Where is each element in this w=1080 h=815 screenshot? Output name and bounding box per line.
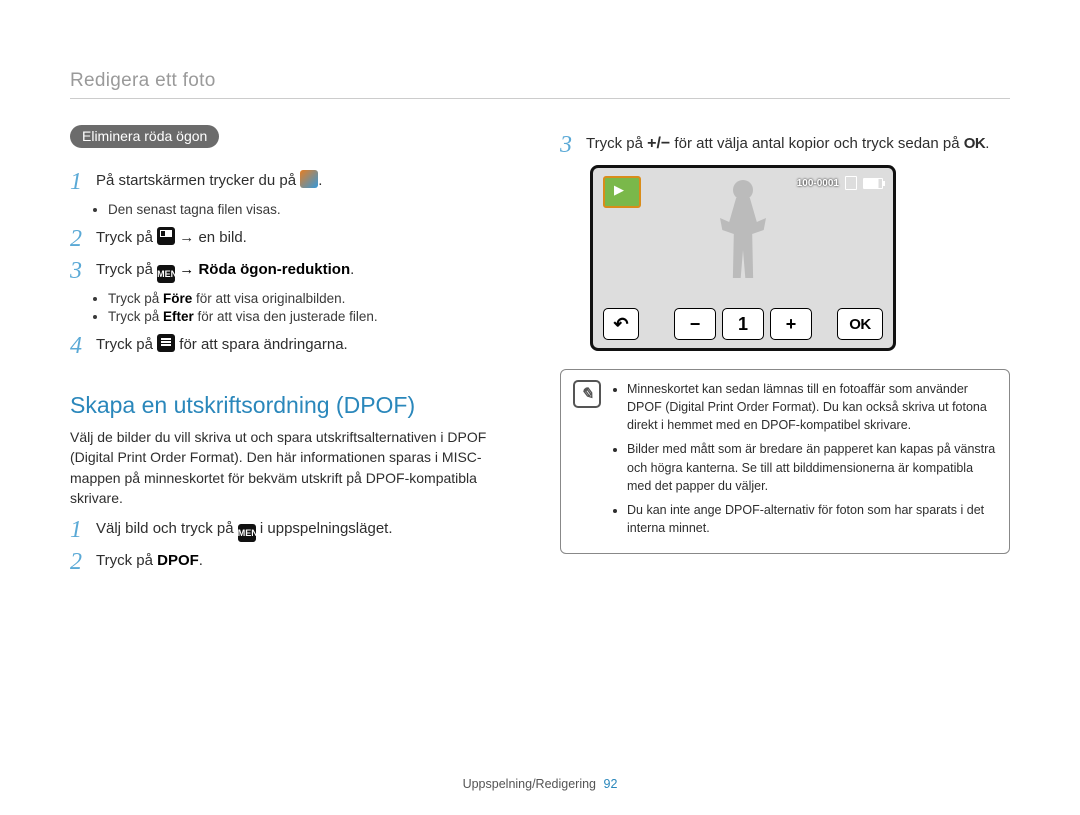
- note-item: Du kan inte ange DPOF-alternativ för fot…: [627, 501, 997, 537]
- note-item: Bilder med mått som är bredare än papper…: [627, 440, 997, 494]
- sub-bullet: Tryck på Efter för att visa den justerad…: [108, 309, 520, 324]
- step-text: På startskärmen trycker du på .: [96, 170, 322, 191]
- screen-back-button[interactable]: ↶: [603, 308, 639, 340]
- screen-thumbnail-icon: [603, 176, 641, 208]
- section-heading: Skapa en utskriftsordning (DPOF): [70, 392, 520, 419]
- camera-screen: 100-0001 ↶ − 1 + OK: [590, 165, 896, 351]
- battery-icon: [863, 178, 883, 189]
- section-paragraph: Välj de bilder du vill skriva ut och spa…: [70, 427, 520, 508]
- memory-card-icon: [845, 176, 857, 190]
- plus-minus-glyph: +/−: [647, 135, 670, 152]
- step-number: 3: [560, 133, 586, 157]
- file-counter: 100-0001: [797, 178, 839, 189]
- thumbnail-icon: [157, 227, 175, 245]
- step-number: 1: [70, 518, 96, 542]
- step-text: Tryck på → en bild.: [96, 227, 247, 248]
- page-footer: Uppspelning/Redigering 92: [0, 777, 1080, 791]
- step-text: Tryck på för att spara ändringarna.: [96, 334, 348, 355]
- person-silhouette: [720, 180, 766, 278]
- screen-minus-button[interactable]: −: [674, 308, 716, 340]
- home-app-icon: [300, 170, 318, 188]
- step-text: Tryck på DPOF.: [96, 550, 203, 571]
- screen-status-bar: 100-0001: [797, 176, 883, 190]
- step-number: 4: [70, 334, 96, 358]
- screen-value: 1: [722, 308, 764, 340]
- menu-icon: MENU: [238, 524, 256, 542]
- step-text: Tryck på +/− för att välja antal kopior …: [586, 133, 989, 155]
- step-number: 3: [70, 259, 96, 283]
- step-number: 2: [70, 550, 96, 574]
- menu-icon: MENU: [157, 265, 175, 283]
- ok-glyph: OK: [964, 135, 986, 152]
- right-column: 3 Tryck på +/− för att välja antal kopio…: [560, 125, 1010, 582]
- sub-bullet: Tryck på Före för att visa originalbilde…: [108, 291, 520, 306]
- step-text: Tryck på MENU → Röda ögon-reduktion.: [96, 259, 354, 283]
- step-number: 1: [70, 170, 96, 194]
- note-box: ✎ Minneskortet kan sedan lämnas till en …: [560, 369, 1010, 554]
- screen-plus-button[interactable]: +: [770, 308, 812, 340]
- page-header: Redigera ett foto: [70, 70, 1010, 99]
- section-pill: Eliminera röda ögon: [70, 125, 219, 148]
- sub-bullet: Den senast tagna filen visas.: [108, 202, 520, 217]
- screen-ok-button[interactable]: OK: [837, 308, 883, 340]
- left-column: Eliminera röda ögon 1 På startskärmen tr…: [70, 125, 520, 582]
- note-item: Minneskortet kan sedan lämnas till en fo…: [627, 380, 997, 434]
- step-number: 2: [70, 227, 96, 251]
- info-icon: ✎: [573, 380, 601, 408]
- save-icon: [157, 334, 175, 352]
- step-text: Välj bild och tryck på MENU i uppspelnin…: [96, 518, 393, 542]
